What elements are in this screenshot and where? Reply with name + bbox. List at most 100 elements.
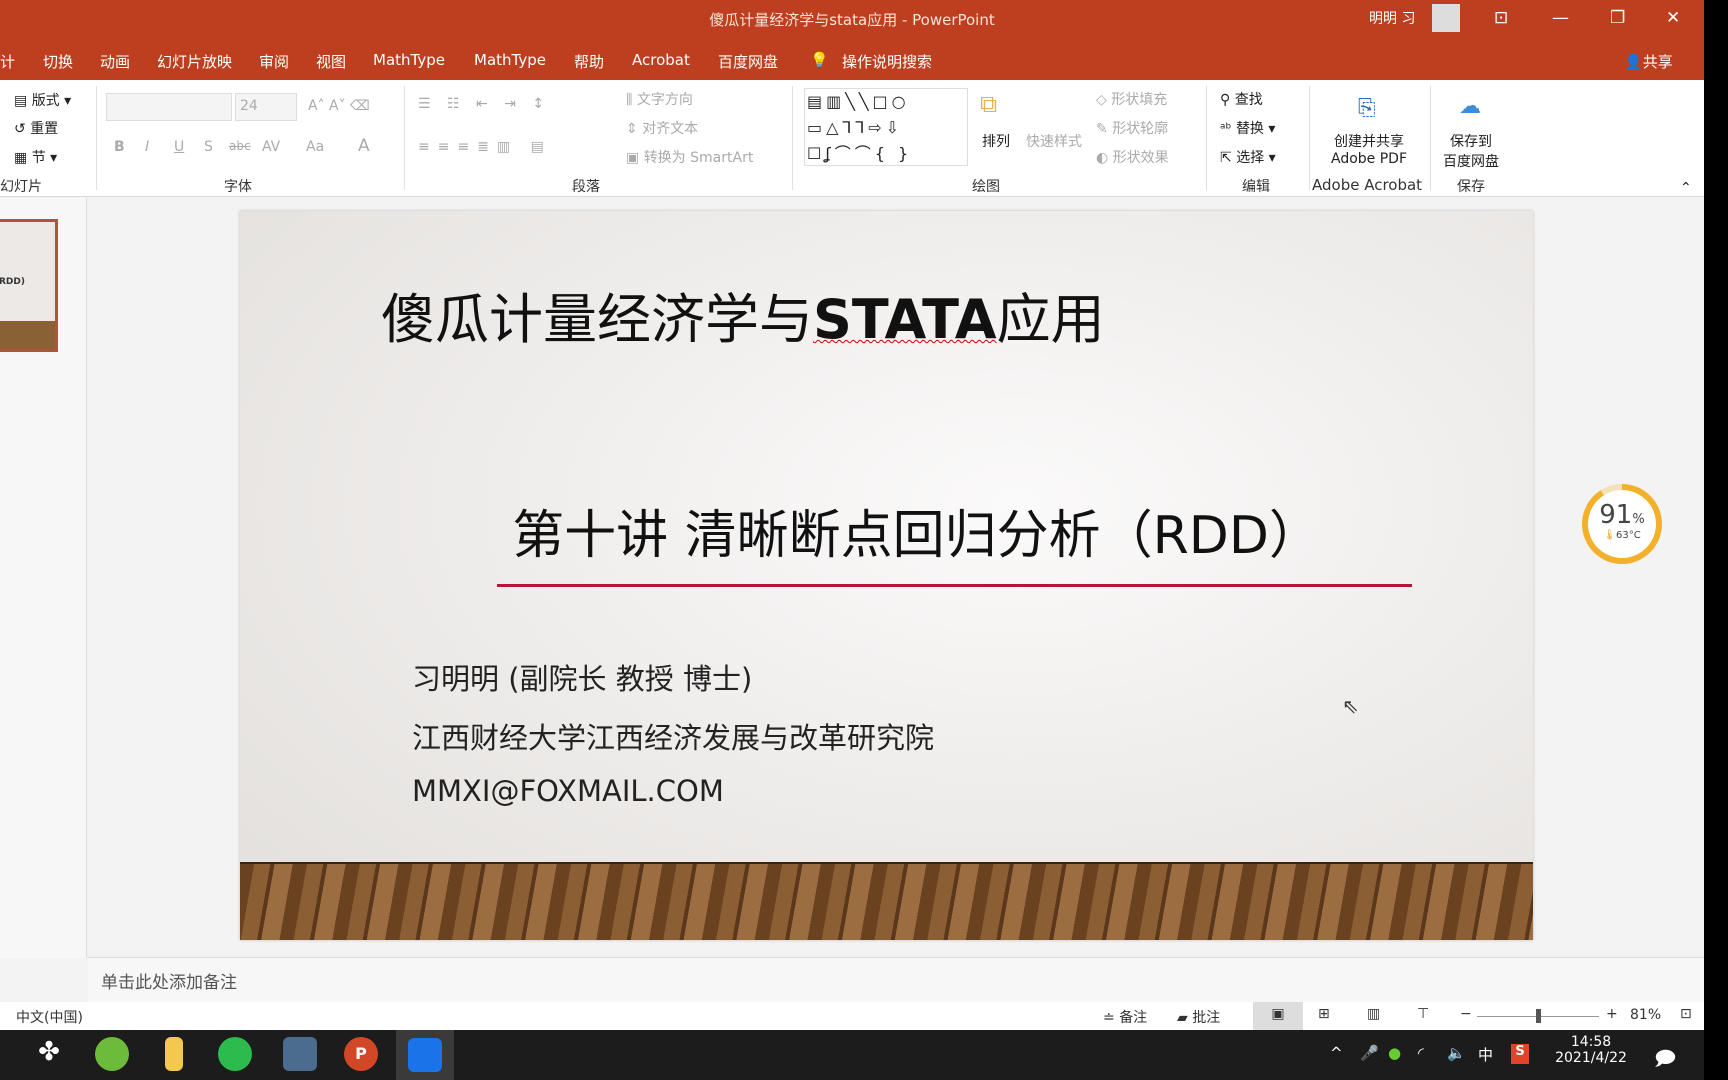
slide-thumbnail[interactable]: RDD): [0, 219, 58, 352]
grow-font-icon[interactable]: A˄ A˅ ⌫: [308, 98, 370, 114]
quick-styles-button[interactable]: 快速样式: [1026, 131, 1082, 151]
save-baidu-button[interactable]: 保存到 百度网盘: [1438, 131, 1504, 171]
status-bar: 中文(中国) ≐ 备注 ▰ 批注 ▣ ⊞ ▥ ⊤ − + 81% ⊡: [0, 1002, 1704, 1030]
char-spacing-button[interactable]: AV: [262, 139, 280, 155]
tab-help[interactable]: 帮助: [574, 51, 604, 72]
cpu-gauge-widget[interactable]: 91% 🌡63°C: [1582, 484, 1662, 564]
notes-placeholder: 单击此处添加备注: [101, 973, 237, 993]
restore-button[interactable]: ❐: [1610, 8, 1625, 28]
shape-effects-label: 形状效果: [1112, 150, 1169, 166]
app-icon-pinwheel[interactable]: ✤: [32, 1037, 66, 1071]
tell-me-search[interactable]: 操作说明搜索: [842, 51, 932, 72]
notification-center-icon[interactable]: 🗩: [1654, 1044, 1676, 1078]
fit-slide-button[interactable]: ⊡: [1680, 1006, 1692, 1022]
tab-mathtype-2[interactable]: MathType: [474, 51, 546, 69]
arrange-icon: ⧉: [980, 90, 998, 118]
active-app-highlight[interactable]: [396, 1030, 454, 1080]
author[interactable]: 习明明 (副院长 教授 博士): [412, 656, 752, 698]
clock[interactable]: 14:58 2021/4/22: [1551, 1034, 1631, 1066]
tab-slideshow[interactable]: 幻灯片放映: [157, 51, 232, 72]
italic-button[interactable]: I: [145, 139, 149, 155]
arrange-button[interactable]: 排列: [982, 131, 1010, 151]
text-direction-button[interactable]: ⫼ 文字方向: [626, 89, 693, 109]
shape-outline-button[interactable]: ✎ 形状轮廓: [1096, 118, 1168, 138]
browser-icon[interactable]: [95, 1037, 129, 1071]
text-direction-label: 文字方向: [636, 92, 693, 108]
tab-design[interactable]: 计: [0, 51, 15, 72]
institution[interactable]: 江西财经大学江西经济发展与改革研究院: [412, 715, 934, 757]
wifi-icon[interactable]: ◜: [1418, 1044, 1424, 1062]
align-buttons[interactable]: ≡≡≡≣▥ ▤: [418, 139, 552, 155]
shapes-gallery[interactable]: ▤▥╲╲□○ ▭△⅂⅂⇨⇩ ☐ʆ⌒⌒{ }: [804, 88, 968, 166]
tray-overflow-icon[interactable]: ^: [1330, 1044, 1343, 1062]
shape-fill-label: 形状填充: [1111, 92, 1168, 108]
slideshow-button[interactable]: ⊤: [1417, 1006, 1429, 1022]
share-label: 共享: [1642, 53, 1673, 71]
tab-animations[interactable]: 动画: [100, 51, 130, 72]
slide-subtitle[interactable]: 第十讲 清晰断点回归分析（RDD）: [240, 493, 1533, 568]
zoom-slider[interactable]: [1477, 1009, 1599, 1023]
tab-acrobat[interactable]: Acrobat: [632, 51, 690, 69]
divider: [96, 86, 97, 190]
screen-edge: [1704, 0, 1728, 1080]
slide-sorter-button[interactable]: ⊞: [1318, 1006, 1330, 1022]
normal-view-button[interactable]: ▣: [1253, 1002, 1303, 1030]
section-button[interactable]: ▦ 节 ▾: [14, 147, 57, 167]
avatar[interactable]: [1432, 4, 1460, 32]
ribbon-display-icon[interactable]: ⊡: [1494, 8, 1508, 28]
select-label: 选择: [1236, 150, 1265, 166]
email[interactable]: MMXI@FOXMAIL.COM: [412, 774, 724, 808]
time: 14:58: [1570, 1034, 1612, 1050]
reading-view-button[interactable]: ▥: [1367, 1006, 1380, 1022]
minimize-button[interactable]: —: [1552, 8, 1569, 28]
language-indicator[interactable]: 中文(中国): [16, 1007, 83, 1027]
font-name-select[interactable]: [106, 93, 232, 121]
tab-transitions[interactable]: 切换: [43, 51, 73, 72]
reset-button[interactable]: ↺ 重置: [14, 118, 58, 138]
security-app-icon[interactable]: ●: [1388, 1044, 1401, 1062]
zoom-out-button[interactable]: −: [1460, 1006, 1472, 1022]
notes-pane[interactable]: 单击此处添加备注: [88, 957, 1704, 1002]
slide-canvas[interactable]: 傻瓜计量经济学与STATA应用 第十讲 清晰断点回归分析（RDD） 习明明 (副…: [240, 211, 1533, 940]
underline-button[interactable]: U: [174, 139, 184, 155]
comments-toggle[interactable]: ▰ 批注: [1177, 1007, 1220, 1027]
sogou-ime-icon[interactable]: S: [1511, 1044, 1529, 1064]
replace-button[interactable]: ᵃᵇ 替换 ▾: [1220, 118, 1275, 138]
font-size-select[interactable]: 24: [235, 93, 297, 121]
layout-button[interactable]: ▤ 版式 ▾: [14, 90, 71, 110]
shape-effects-button[interactable]: ◐ 形状效果: [1096, 147, 1169, 167]
share-button[interactable]: 👤共享: [1624, 51, 1673, 72]
shadow-button[interactable]: S: [204, 139, 213, 155]
powerpoint-icon[interactable]: P: [344, 1037, 378, 1071]
file-explorer-icon[interactable]: [165, 1037, 183, 1071]
bold-button[interactable]: B: [114, 139, 125, 155]
align-text-button[interactable]: ⇕ 对齐文本: [626, 118, 698, 138]
change-case-button[interactable]: Aa: [306, 139, 324, 155]
calculator-app-icon[interactable]: [283, 1037, 317, 1071]
zoom-slider-thumb[interactable]: [1536, 1009, 1541, 1023]
collapse-ribbon-icon[interactable]: ⌃: [1680, 180, 1692, 196]
zoom-in-button[interactable]: +: [1606, 1006, 1618, 1022]
tab-baidu[interactable]: 百度网盘: [718, 51, 778, 72]
tab-mathtype-1[interactable]: MathType: [373, 51, 445, 69]
user-name[interactable]: 明明 习: [1369, 8, 1415, 28]
font-color-button[interactable]: A: [358, 136, 370, 156]
slide-title[interactable]: 傻瓜计量经济学与STATA应用: [381, 275, 1105, 354]
list-buttons[interactable]: ☰ ☷ ⇤ ⇥ ↕: [418, 96, 550, 112]
strikethrough-button[interactable]: abc: [229, 139, 251, 153]
ime-indicator[interactable]: 中: [1478, 1044, 1493, 1065]
select-button[interactable]: ⇱ 选择 ▾: [1220, 147, 1276, 167]
tab-review[interactable]: 审阅: [259, 51, 289, 72]
shape-fill-button[interactable]: ◇ 形状填充: [1096, 89, 1167, 109]
layout-label: 版式: [31, 93, 60, 109]
smartart-button[interactable]: ▣ 转换为 SmartArt: [626, 147, 753, 167]
close-button[interactable]: ✕: [1666, 8, 1680, 28]
wechat-icon[interactable]: [218, 1037, 252, 1071]
microphone-icon[interactable]: 🎤: [1360, 1044, 1379, 1062]
tab-view[interactable]: 视图: [316, 51, 346, 72]
create-pdf-button[interactable]: 创建并共享 Adobe PDF: [1329, 131, 1409, 167]
volume-icon[interactable]: 🔈: [1447, 1044, 1466, 1062]
find-button[interactable]: ⚲ 查找: [1220, 89, 1263, 109]
zoom-level[interactable]: 81%: [1630, 1007, 1661, 1023]
notes-toggle[interactable]: ≐ 备注: [1103, 1007, 1147, 1027]
